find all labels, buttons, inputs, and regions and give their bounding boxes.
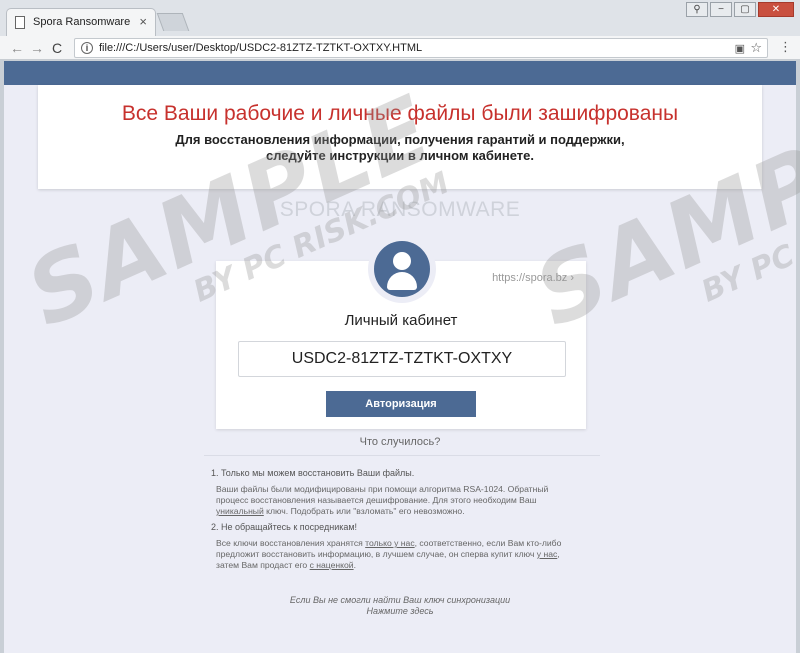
p2-line3-b: . xyxy=(353,560,356,570)
close-icon[interactable]: × xyxy=(139,14,147,29)
spora-link[interactable]: https://spora.bz › xyxy=(492,272,574,284)
brand-title: SPORA RANSOMWARE xyxy=(279,198,521,221)
menu-icon[interactable]: ⋮ xyxy=(779,39,792,55)
info-section: 1. Только мы можем восстановить Ваши фай… xyxy=(211,468,591,576)
new-tab-button[interactable] xyxy=(156,13,190,31)
p1-line1: Ваши файлы были модифицированы при помощ… xyxy=(216,484,549,494)
info-point-2: 2. Не обращайтесь к посредникам! xyxy=(211,522,358,532)
p2-line3-a: затем Вам продаст его xyxy=(216,560,310,570)
alert-panel: Все Ваши рабочие и личные файлы были заш… xyxy=(38,85,762,189)
browser-titlebar: Spora Ransomware × ⚲ − ▢ ✕ xyxy=(0,0,800,36)
info-point-1: 1. Только мы можем восстановить Ваши фай… xyxy=(211,468,415,478)
alert-subtitle-line1: Для восстановления информации, получения… xyxy=(175,132,625,147)
browser-toolbar: ← → C i file:///C:/Users/user/Desktop/US… xyxy=(0,36,800,60)
window-close-button[interactable]: ✕ xyxy=(758,2,794,17)
maximize-button[interactable]: ▢ xyxy=(734,2,756,17)
url-text[interactable]: file:///C:/Users/user/Desktop/USDC2-81ZT… xyxy=(99,42,422,54)
reload-button[interactable]: C xyxy=(52,40,62,56)
p2-line2-a: предложит восстановить информацию, в луч… xyxy=(216,549,537,559)
user-icon[interactable]: ⚲ xyxy=(686,2,708,17)
info-paragraph-1: Ваши файлы были модифицированы при помощ… xyxy=(216,484,591,517)
key-input[interactable]: USDC2-81ZTZ-TZTKT-OXTXY xyxy=(238,341,566,377)
authorize-button[interactable]: Авторизация xyxy=(326,391,476,417)
login-card: https://spora.bz › Личный кабинет USDC2-… xyxy=(216,235,586,429)
user-avatar-icon xyxy=(374,241,430,297)
p2-line2-b: , xyxy=(557,549,560,559)
page-content: Все Ваши рабочие и личные файлы были заш… xyxy=(4,61,796,653)
click-here-link[interactable]: Нажмите здесь xyxy=(4,606,796,617)
sync-key-help: Если Вы не смогли найти Ваш ключ синхрон… xyxy=(4,595,796,617)
p1-line2: процесс восстановления называется дешифр… xyxy=(216,495,537,505)
sync-key-text: Если Вы не смогли найти Ваш ключ синхрон… xyxy=(289,595,511,605)
alert-title: Все Ваши рабочие и личные файлы были заш… xyxy=(121,102,679,125)
info-icon[interactable]: i xyxy=(81,42,93,54)
minimize-button[interactable]: − xyxy=(710,2,732,17)
forward-button[interactable]: → xyxy=(30,40,44,56)
avatar-head xyxy=(393,252,411,270)
p2-from-us: у нас xyxy=(536,549,558,559)
divider xyxy=(204,455,600,456)
alert-subtitle-line2: следуйте инструкции в личном кабинете. xyxy=(265,148,535,163)
p2-b: , соответственно, если Вам кто-либо xyxy=(414,538,562,548)
tab-title: Spora Ransomware xyxy=(33,16,131,28)
avatar-body xyxy=(387,272,417,290)
translate-icon[interactable]: ▣ xyxy=(735,42,745,55)
info-paragraph-2: Все ключи восстановления хранятся только… xyxy=(216,538,591,571)
browser-tab[interactable]: Spora Ransomware × xyxy=(6,8,156,36)
p2-markup: с наценкой xyxy=(309,560,354,570)
alert-subtitle: Для восстановления информации, получения… xyxy=(38,132,762,164)
p1-unique: уникальный xyxy=(216,506,264,516)
back-button[interactable]: ← xyxy=(10,40,24,56)
p2-only-us: только у нас xyxy=(365,538,415,548)
document-icon xyxy=(15,16,25,29)
address-bar[interactable]: i file:///C:/Users/user/Desktop/USDC2-81… xyxy=(74,38,768,58)
window-controls: ⚲ − ▢ ✕ xyxy=(686,2,794,17)
page-header-bar xyxy=(4,61,796,85)
what-happened-link[interactable]: Что случилось? xyxy=(4,436,796,448)
p1-line3: ключ. Подобрать или "взломать" его невоз… xyxy=(263,506,465,516)
star-icon[interactable]: ☆ xyxy=(750,40,762,56)
p2-a: Все ключи восстановления хранятся xyxy=(216,538,366,548)
card-title: Личный кабинет xyxy=(344,312,458,329)
